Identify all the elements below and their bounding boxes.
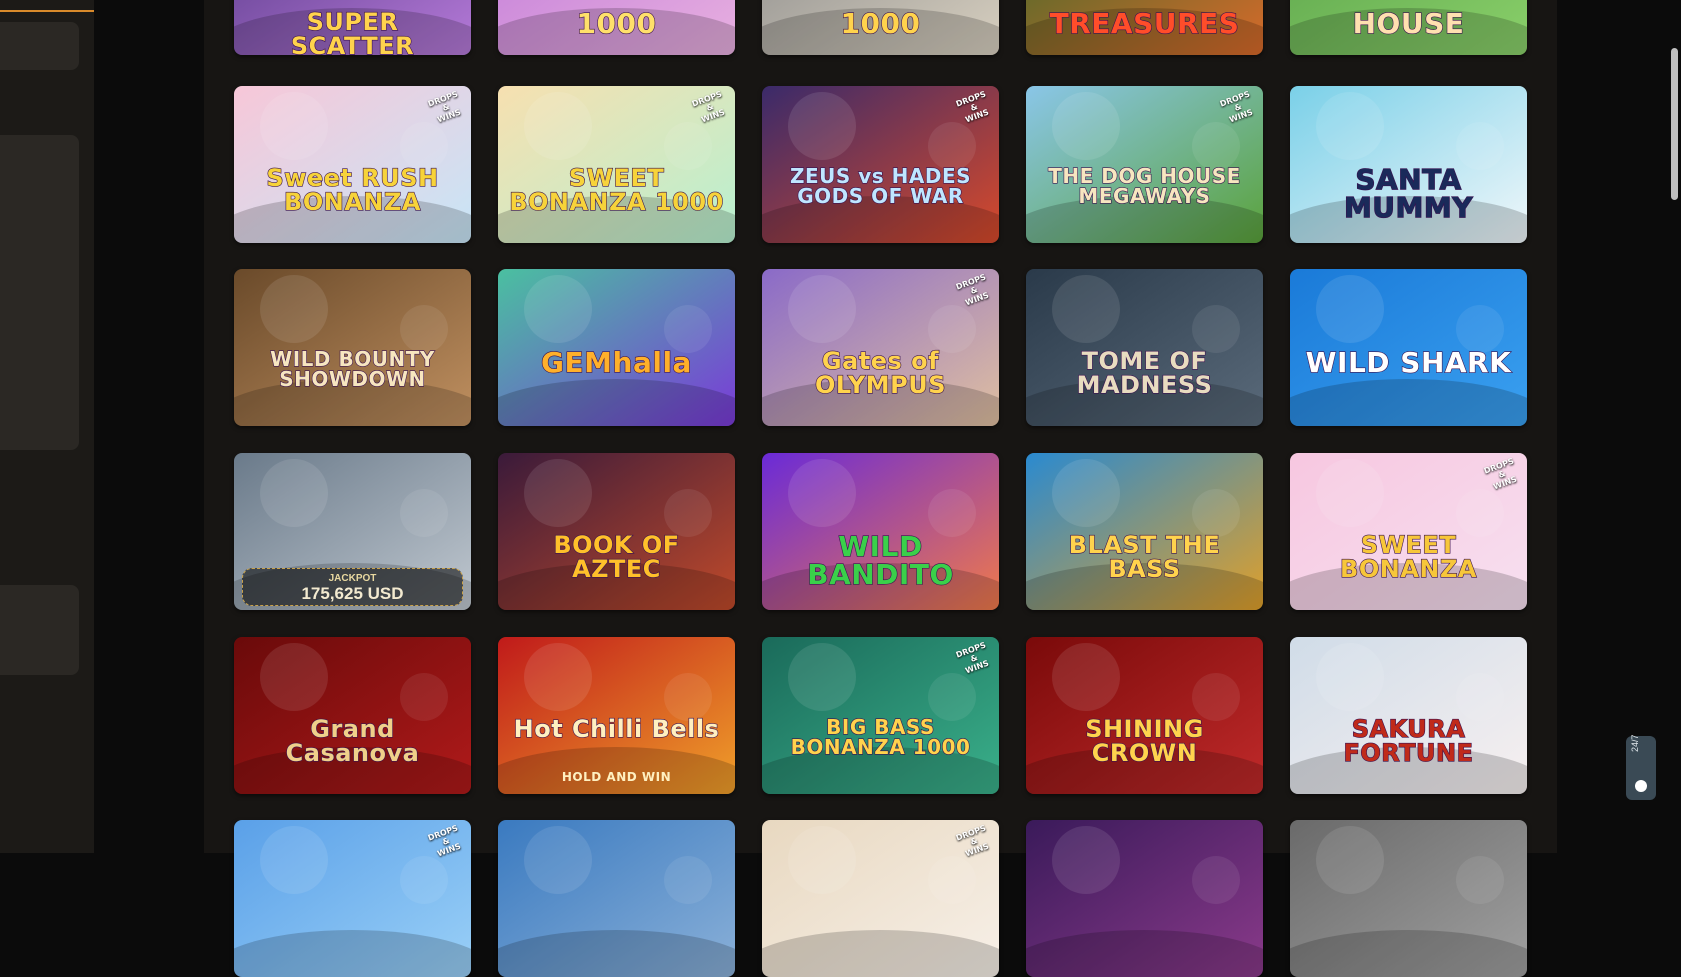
game-tile[interactable]: WILD BANDITO (762, 453, 999, 610)
live-support-button[interactable]: 24/7 (1626, 734, 1656, 800)
support-label: 24/7 (1630, 734, 1640, 752)
sidebar-search-pill[interactable] (0, 22, 79, 70)
game-tile[interactable]: WILD SHARK (1290, 269, 1527, 426)
game-title: SUPER SCATTER (290, 8, 415, 55)
game-title: TREASURES (1049, 7, 1240, 40)
game-thumbnail (498, 820, 735, 977)
game-title: WILD SHARK (1305, 346, 1512, 379)
sidebar-accent-line (0, 10, 94, 12)
game-title: SAKURA FORTUNE (1343, 715, 1474, 767)
game-title: BLAST THE BASS (1068, 531, 1221, 583)
game-title: WILD BANDITO (807, 530, 954, 591)
game-title: 1000 (576, 7, 657, 40)
game-tile[interactable]: Gates of OLYMPUS DROPS & WINS (762, 269, 999, 426)
game-thumbnail (1290, 820, 1527, 977)
game-tile[interactable]: ZEUS vs HADES GODS OF WAR DROPS & WINS (762, 86, 999, 243)
game-tile[interactable]: BOOK OF AZTEC (498, 453, 735, 610)
game-tile[interactable]: JACKPOT 175,625 USD (234, 453, 471, 610)
game-grid: SUPER SCATTER 1000 1000 TREASURES HOUSE Sweet… (204, 0, 1557, 977)
page-scrollbar[interactable] (1668, 0, 1681, 853)
game-tile[interactable]: GEMhalla (498, 269, 735, 426)
game-title: THE DOG HOUSE MEGAWAYS (1048, 164, 1241, 208)
game-tile[interactable]: SANTA MUMMY (1290, 86, 1527, 243)
game-title: BIG BASS BONANZA 1000 (790, 715, 971, 759)
jackpot-value: 175,625 USD (301, 584, 404, 603)
game-tile[interactable]: THE DOG HOUSE MEGAWAYS DROPS & WINS (1026, 86, 1263, 243)
jackpot-label: JACKPOT (328, 573, 377, 584)
game-title: SWEET BONANZA (1339, 531, 1477, 583)
game-title: 1000 (840, 7, 921, 40)
game-title: SHINING CROWN (1085, 715, 1204, 767)
game-title: HOUSE (1352, 7, 1465, 40)
game-tile[interactable]: BIG BASS BONANZA 1000 DROPS & WINS (762, 637, 999, 794)
scrollbar-thumb[interactable] (1671, 48, 1678, 200)
game-tile[interactable]: SHINING CROWN (1026, 637, 1263, 794)
game-tile[interactable] (498, 820, 735, 977)
game-title: BOOK OF AZTEC (553, 531, 680, 583)
game-tile[interactable]: 1000 (762, 0, 999, 55)
game-tile[interactable]: 1000 (498, 0, 735, 55)
game-title: Sweet RUSH BONANZA (266, 164, 439, 216)
game-tile[interactable] (1026, 820, 1263, 977)
game-title: GEMhalla (540, 346, 692, 379)
game-title: ZEUS vs HADES GODS OF WAR (789, 164, 972, 208)
game-title: TOME OF MADNESS (1076, 347, 1213, 399)
game-tile[interactable]: WILD BOUNTY SHOWDOWN (234, 269, 471, 426)
game-title: Grand Casanova (285, 715, 420, 767)
game-tile[interactable]: SWEET BONANZA 1000 DROPS & WINS (498, 86, 735, 243)
sidebar-promo-panel[interactable] (0, 585, 79, 675)
sidebar-menu-panel[interactable] (0, 135, 79, 450)
game-title: WILD BOUNTY SHOWDOWN (270, 347, 435, 391)
game-tile[interactable]: DROPS & WINS (234, 820, 471, 977)
game-tile[interactable]: SWEET BONANZA DROPS & WINS (1290, 453, 1527, 610)
game-tile[interactable]: SUPER SCATTER (234, 0, 471, 55)
game-thumbnail (1026, 820, 1263, 977)
game-tile[interactable]: Hot Chilli Bells HOLD AND WIN (498, 637, 735, 794)
game-tile[interactable]: TOME OF MADNESS (1026, 269, 1263, 426)
game-tile[interactable] (1290, 820, 1527, 977)
game-tile[interactable]: SAKURA FORTUNE (1290, 637, 1527, 794)
chat-icon (1635, 780, 1647, 792)
game-subtitle: HOLD AND WIN (561, 770, 672, 784)
jackpot-box: JACKPOT 175,625 USD (242, 568, 463, 606)
game-title: SANTA MUMMY (1343, 163, 1474, 224)
game-title: Gates of OLYMPUS (814, 347, 947, 399)
game-tile[interactable]: BLAST THE BASS (1026, 453, 1263, 610)
game-title: Hot Chilli Bells (513, 715, 720, 743)
game-tile[interactable]: Grand Casanova (234, 637, 471, 794)
game-tile[interactable]: Sweet RUSH BONANZA DROPS & WINS (234, 86, 471, 243)
game-title: SWEET BONANZA 1000 (509, 164, 724, 216)
sidebar (0, 0, 94, 853)
game-tile[interactable]: DROPS & WINS (762, 820, 999, 977)
game-tile[interactable]: HOUSE (1290, 0, 1527, 55)
game-tile[interactable]: TREASURES (1026, 0, 1263, 55)
